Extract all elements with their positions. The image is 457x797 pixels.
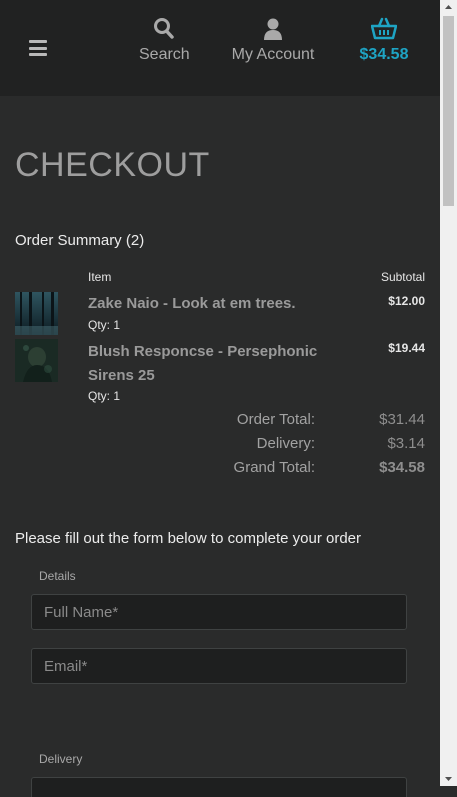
order-total-value: $31.44	[379, 411, 425, 428]
product-qty: Qty: 1	[88, 318, 121, 332]
basket-icon	[371, 17, 397, 40]
full-name-field[interactable]	[31, 594, 407, 630]
delivery-value: $3.14	[387, 435, 425, 452]
grand-total-label: Grand Total:	[233, 459, 315, 476]
grand-total-value: $34.58	[379, 459, 425, 476]
page-title: CHECKOUT	[15, 146, 210, 184]
user-icon	[264, 18, 282, 40]
cart-total: $34.58	[359, 46, 409, 63]
order-total-label: Order Total:	[236, 411, 315, 428]
my-account-label: My Account	[231, 46, 315, 63]
item-column-header: Item	[88, 270, 112, 284]
site-header: Search My Account $34.58	[0, 0, 440, 96]
product-name[interactable]: Zake Naio - Look at em trees.	[88, 292, 328, 316]
delivery-section-label: Delivery	[39, 752, 83, 766]
search-button[interactable]: Search	[139, 16, 190, 64]
scrollbar-thumb[interactable]	[443, 16, 454, 206]
subtotal-column-header: Subtotal	[380, 270, 425, 284]
product-thumbnail[interactable]	[15, 339, 58, 382]
scroll-down-arrow-icon[interactable]	[440, 772, 457, 786]
form-intro: Please fill out the form below to comple…	[15, 530, 362, 547]
search-label: Search	[139, 46, 190, 63]
delivery-field[interactable]	[31, 777, 407, 797]
product-thumbnail[interactable]	[15, 292, 58, 335]
cart-button[interactable]: $34.58	[357, 16, 411, 64]
checkout-main: CHECKOUT Order Summary (2) Item Subtotal…	[0, 96, 440, 797]
delivery-label: Delivery:	[256, 435, 315, 452]
product-name[interactable]: Blush Responcse - Persephonic Sirens 25	[88, 340, 328, 388]
my-account-button[interactable]: My Account	[229, 16, 317, 64]
order-summary-heading: Order Summary (2)	[15, 232, 145, 249]
product-qty: Qty: 1	[88, 389, 121, 403]
search-icon	[154, 18, 174, 39]
email-field[interactable]	[31, 648, 407, 684]
details-section-label: Details	[39, 569, 76, 583]
product-price: $19.44	[388, 341, 425, 355]
menu-icon[interactable]	[29, 40, 47, 56]
scroll-up-arrow-icon[interactable]	[440, 0, 457, 14]
product-price: $12.00	[388, 294, 425, 308]
